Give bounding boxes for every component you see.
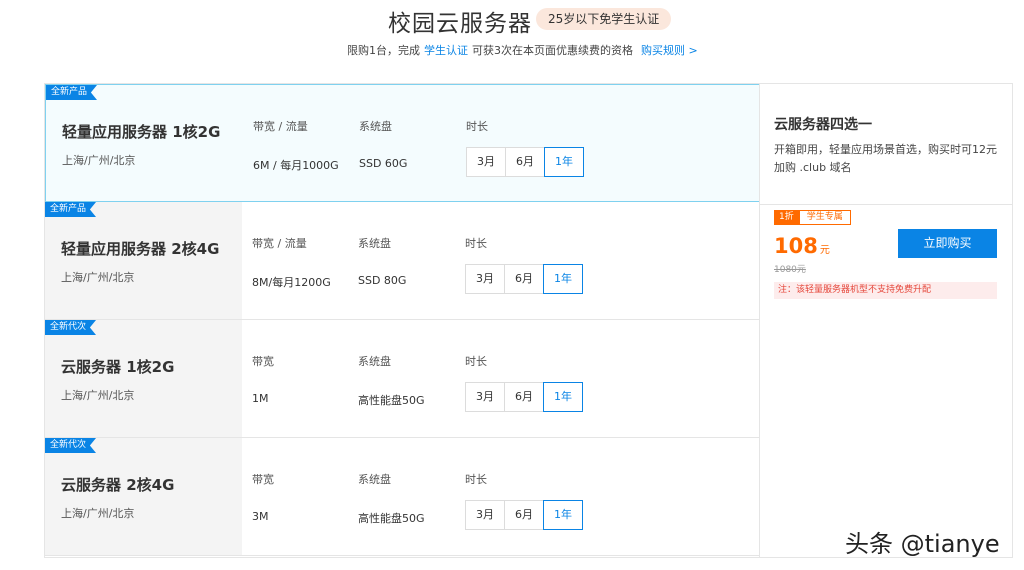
product-row[interactable]: 全新产品 轻量应用服务器 2核4G 上海/广州/北京 带宽 / 流量 8M/每月… [45, 202, 760, 320]
upgrade-note: 注：该轻量服务器机型不支持免费升配 [774, 282, 997, 299]
duration-label: 时长 [465, 237, 487, 250]
product-tag: 全新代次 [45, 438, 97, 453]
product-region: 上海/广州/北京 [62, 154, 136, 167]
page-title: 校园云服务器 [388, 11, 532, 37]
product-row[interactable]: 全新代次 云服务器 1核2G 上海/广州/北京 带宽 1M 系统盘 高性能盘50… [45, 320, 760, 438]
duration-selector: 3月 6月 1年 [466, 147, 584, 177]
duration-option-1y[interactable]: 1年 [543, 264, 583, 294]
bandwidth-label: 带宽 [252, 473, 274, 486]
duration-option-3m[interactable]: 3月 [465, 382, 505, 412]
duration-option-6m[interactable]: 6月 [504, 500, 544, 530]
product-name-cell [45, 320, 242, 437]
product-name: 轻量应用服务器 2核4G [61, 240, 220, 258]
product-region: 上海/广州/北京 [61, 389, 135, 402]
bandwidth-value: 8M/每月1200G [252, 276, 331, 289]
duration-option-1y[interactable]: 1年 [543, 382, 583, 412]
watermark: 头条 @tianye [845, 530, 1000, 558]
limit-text: 限购1台，完成 [347, 44, 420, 57]
buy-now-button[interactable]: 立即购买 [898, 229, 997, 258]
promo-tags: 1折 学生专属 [774, 210, 851, 225]
duration-option-1y[interactable]: 1年 [544, 147, 584, 177]
price: 108 元 [774, 234, 830, 258]
product-row[interactable]: 全新产品 轻量应用服务器 1核2G 上海/广州/北京 带宽 / 流量 6M / … [45, 84, 760, 202]
product-name-cell [45, 202, 242, 319]
bandwidth-value: 6M / 每月1000G [253, 159, 339, 172]
bandwidth-label: 带宽 / 流量 [253, 120, 308, 133]
student-verification-link[interactable]: 学生认证 [424, 44, 468, 57]
bandwidth-label: 带宽 [252, 355, 274, 368]
duration-option-6m[interactable]: 6月 [504, 264, 544, 294]
duration-option-1y[interactable]: 1年 [543, 500, 583, 530]
student-exemption-badge: 25岁以下免学生认证 [536, 8, 672, 30]
duration-label: 时长 [465, 473, 487, 486]
disk-value: SSD 80G [358, 274, 407, 287]
duration-selector: 3月 6月 1年 [465, 382, 583, 412]
panel-divider [760, 204, 1012, 205]
price-value: 108 [774, 234, 818, 258]
duration-selector: 3月 6月 1年 [465, 500, 583, 530]
disk-label: 系统盘 [359, 120, 392, 133]
disk-label: 系统盘 [358, 237, 391, 250]
duration-option-3m[interactable]: 3月 [465, 500, 505, 530]
disk-value: SSD 60G [359, 157, 408, 170]
page-header: 校园云服务器 25岁以下免学生认证 限购1台，完成 学生认证 可获3次在本页面优惠续… [0, 0, 1024, 70]
panel-description: 开箱即用，轻量应用场景首选，购买时可12元加购 .club 域名 [774, 143, 997, 174]
purchase-limit-note: 限购1台，完成 学生认证 可获3次在本页面优惠续费的资格 购买规则 > [347, 42, 698, 58]
product-row[interactable]: 全新代次 云服务器 2核4G 上海/广州/北京 带宽 3M 系统盘 高性能盘50… [45, 438, 760, 556]
duration-option-3m[interactable]: 3月 [465, 264, 505, 294]
price-unit: 元 [819, 245, 830, 256]
purchase-rules-link[interactable]: 购买规则 > [641, 44, 698, 57]
bandwidth-value: 3M [252, 510, 269, 523]
disk-label: 系统盘 [358, 355, 391, 368]
bandwidth-label: 带宽 / 流量 [252, 237, 307, 250]
product-name: 云服务器 2核4G [61, 476, 175, 494]
product-name: 云服务器 1核2G [61, 358, 175, 376]
bandwidth-value: 1M [252, 392, 269, 405]
product-table: 全新产品 轻量应用服务器 1核2G 上海/广州/北京 带宽 / 流量 6M / … [44, 83, 760, 558]
product-name-cell [46, 85, 243, 201]
product-region: 上海/广州/北京 [61, 271, 135, 284]
duration-option-3m[interactable]: 3月 [466, 147, 506, 177]
product-name-cell [45, 438, 242, 555]
discount-badge: 1折 [774, 210, 799, 225]
disk-value: 高性能盘50G [358, 394, 425, 407]
product-name: 轻量应用服务器 1核2G [62, 123, 221, 141]
product-region: 上海/广州/北京 [61, 507, 135, 520]
renewal-text: 可获3次在本页面优惠续费的资格 [472, 44, 633, 57]
duration-label: 时长 [465, 355, 487, 368]
purchase-panel: 云服务器四选一 开箱即用，轻量应用场景首选，购买时可12元加购 .club 域名… [759, 83, 1013, 558]
original-price: 1080元 [774, 265, 806, 275]
product-tag: 全新代次 [45, 320, 97, 335]
duration-label: 时长 [466, 120, 488, 133]
disk-value: 高性能盘50G [358, 512, 425, 525]
product-tag: 全新产品 [46, 85, 98, 100]
duration-option-6m[interactable]: 6月 [505, 147, 545, 177]
student-exclusive-badge: 学生专属 [798, 210, 851, 225]
product-tag: 全新产品 [45, 202, 97, 217]
panel-title: 云服务器四选一 [774, 117, 872, 133]
disk-label: 系统盘 [358, 473, 391, 486]
duration-option-6m[interactable]: 6月 [504, 382, 544, 412]
duration-selector: 3月 6月 1年 [465, 264, 583, 294]
